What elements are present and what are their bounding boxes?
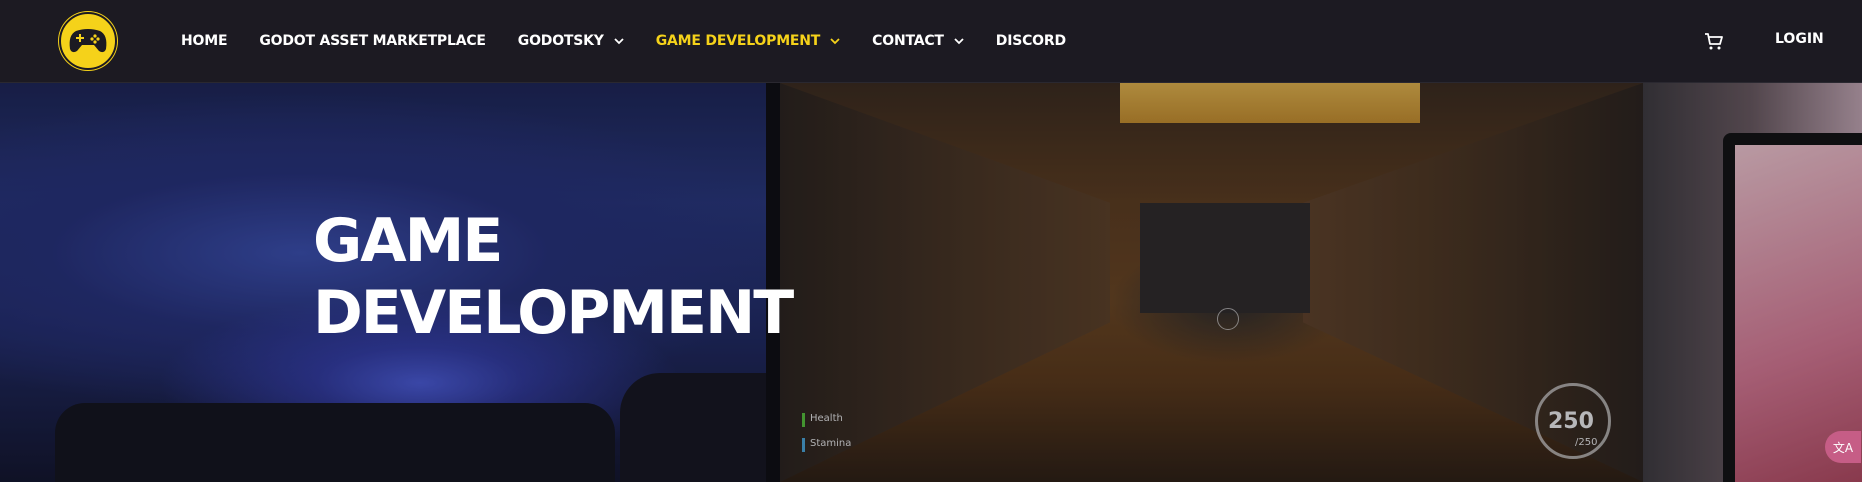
chevron-down-icon (830, 38, 840, 45)
nav-item-label: CONTACT (872, 33, 944, 49)
chevron-down-icon (614, 38, 624, 45)
nav-item-godotsky[interactable]: GODOTSKY (518, 33, 624, 49)
nav-item-label: GODOT ASSET MARKETPLACE (259, 33, 486, 49)
nav-item-game-development[interactable]: GAME DEVELOPMENT (656, 33, 840, 49)
site-logo[interactable] (59, 12, 117, 70)
nav-item-discord[interactable]: DISCORD (996, 33, 1066, 49)
nav-item-label: HOME (181, 33, 228, 49)
nav-item-label: DISCORD (995, 33, 1066, 49)
page-title: GAME DEVELOPMENT (313, 206, 794, 348)
login-link[interactable]: LOGIN (1775, 31, 1824, 47)
nav-item-godot-asset-marketplace[interactable]: GODOT ASSET MARKETPLACE (259, 33, 486, 49)
hero-banner: Health Stamina 250 /250 GAME DEVELOPMENT… (0, 83, 1862, 482)
cart-icon[interactable] (1703, 30, 1725, 52)
nav-item-label: GODOTSKY (517, 33, 604, 49)
hero-overlay (0, 83, 1862, 482)
gamepad-logo-icon (69, 29, 107, 53)
chevron-down-icon (954, 38, 964, 45)
nav-item-label: GAME DEVELOPMENT (655, 33, 821, 49)
translate-icon[interactable]: 文A (1825, 431, 1861, 463)
main-nav: HOME GODOT ASSET MARKETPLACE GODOTSKY GA… (181, 0, 1098, 82)
nav-item-contact[interactable]: CONTACT (872, 33, 964, 49)
site-header: HOME GODOT ASSET MARKETPLACE GODOTSKY GA… (0, 0, 1862, 83)
nav-item-home[interactable]: HOME (181, 33, 228, 49)
